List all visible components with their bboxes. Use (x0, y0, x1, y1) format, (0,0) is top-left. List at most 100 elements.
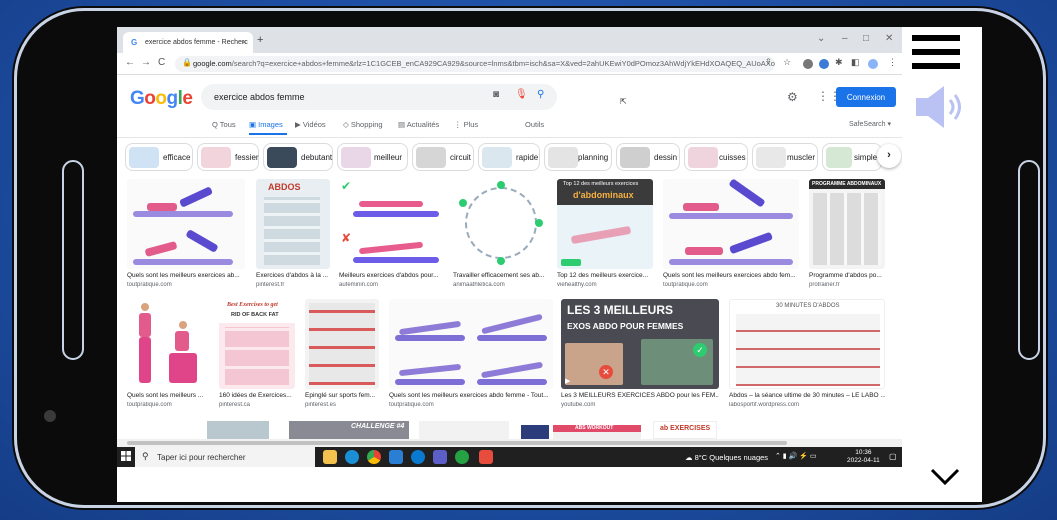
chip-thumbnail (756, 147, 786, 168)
figure (481, 313, 543, 335)
notification-icon[interactable]: ▢ (889, 452, 897, 461)
image-result[interactable]: Quels sont les meilleurs exercices abdo … (389, 299, 553, 411)
result-source: toutpratique.com (127, 282, 172, 288)
file-explorer-icon[interactable] (323, 450, 337, 464)
chip-meilleur[interactable]: meilleur (337, 143, 408, 171)
exercise-grid (813, 193, 881, 265)
google-logo[interactable]: Google (130, 88, 193, 110)
new-tab-button[interactable]: + (257, 34, 263, 46)
chevron-down-icon[interactable] (930, 467, 960, 497)
gear-icon[interactable]: ⚙ (787, 90, 798, 104)
image-result[interactable]: Top 12 des meilleurs exercices d'abdomin… (557, 179, 653, 291)
chip-dessin[interactable]: dessin (616, 143, 680, 171)
image-result[interactable]: 30 MINUTES D'ABDOS Abdos – la séance ult… (729, 299, 885, 411)
tab-all[interactable]: Q Tous (212, 120, 236, 129)
browser-tab[interactable]: G exercice abdos femme - Recherc × (123, 32, 253, 53)
edge-icon[interactable] (345, 450, 359, 464)
tab-images[interactable]: ▣ Images (249, 120, 283, 129)
image-result[interactable]: Quels sont les meilleurs ... toutpratiqu… (127, 299, 209, 411)
safesearch-dropdown[interactable]: SafeSearch ▾ (849, 120, 891, 128)
chip-fessier[interactable]: fessier (197, 143, 259, 171)
result-source: animaathletica.com (453, 282, 505, 288)
minimize-icon[interactable]: – (842, 33, 848, 44)
image-result[interactable]: Best Exercises to get RID OF BACK FAT 16… (219, 299, 295, 411)
office-icon[interactable] (479, 450, 493, 464)
check-icon: ✓ (693, 343, 707, 357)
hamburger-menu-icon[interactable] (912, 35, 960, 77)
exercise-grid (309, 303, 375, 385)
back-icon[interactable]: ← (125, 57, 135, 68)
figure (685, 247, 723, 255)
maximize-icon[interactable]: □ (863, 33, 869, 44)
forward-icon[interactable]: → (141, 57, 151, 68)
chrome-icon[interactable] (367, 450, 381, 464)
profile-avatar[interactable] (868, 59, 878, 69)
image-result[interactable] (521, 425, 549, 439)
store-icon[interactable] (389, 450, 403, 464)
tab-search-icon[interactable]: ⌄ (817, 33, 825, 44)
image-result[interactable]: LES 3 MEILLEURS EXOS ABDO POUR FEMMES ✕ … (561, 299, 719, 411)
chip-rapide[interactable]: rapide (478, 143, 540, 171)
image-result[interactable] (207, 421, 269, 439)
speaker-icon[interactable] (914, 82, 964, 132)
tab-news[interactable]: ▤ Actualités (398, 120, 439, 129)
chip-debutant[interactable]: debutant (263, 143, 333, 171)
extension-icon-2[interactable] (819, 59, 829, 69)
camera-search-icon[interactable]: ◙ (493, 89, 499, 100)
edge-dev-icon[interactable] (411, 450, 425, 464)
image-result[interactable]: ABS WORKOUT (553, 425, 641, 439)
tray-icons[interactable]: ⌃ ▮ 🔊 ⚡ ▭ (775, 452, 817, 460)
tab-more[interactable]: ⋮ Plus (454, 120, 478, 129)
tab-shopping[interactable]: ◇ Shopping (343, 120, 383, 129)
chip-muscler[interactable]: muscler (752, 143, 818, 171)
puzzle-extensions-icon[interactable]: ✱ (835, 57, 843, 68)
chip-label: muscler (787, 153, 816, 162)
result-source: labosportif.wordpress.com (729, 402, 800, 408)
microphone-icon[interactable]: 🎙 (515, 89, 528, 100)
horizontal-scrollbar[interactable] (117, 439, 902, 447)
image-result[interactable]: ABDOS Exercices d'abdos à la ... pintere… (256, 179, 330, 291)
chevron-right-icon[interactable]: › (877, 144, 901, 168)
weather-widget[interactable]: ☁ 8°C Quelques nuages (685, 453, 768, 462)
image-result[interactable]: Travailler efficacement ses ab... animaa… (453, 179, 549, 291)
windows-start-icon[interactable] (121, 451, 131, 461)
image-result[interactable]: ab EXERCISES (653, 421, 717, 439)
extension-icon-1[interactable] (803, 59, 813, 69)
sign-in-button[interactable]: Connexion (836, 87, 896, 107)
chip-efficace[interactable]: efficace (125, 143, 193, 171)
image-result[interactable]: PROGRAMME ABDOMINAUX Programme d'abdos p… (809, 179, 885, 291)
taskbar-search-input[interactable]: ⚲ Taper ici pour rechercher (135, 447, 315, 467)
sidepanel-icon[interactable]: ◧ (851, 57, 860, 68)
tools-button[interactable]: Outils (525, 120, 544, 129)
search-icon[interactable]: ⚲ (537, 89, 544, 100)
result-overlay-subtitle: Top 12 des meilleurs exercices (563, 181, 639, 187)
chip-label: debutant (301, 153, 333, 162)
chip-simple[interactable]: simple (822, 143, 882, 171)
search-input[interactable]: exercice abdos femme ◙ 🎙 ⚲ (201, 84, 557, 110)
reload-icon[interactable]: C (158, 57, 165, 68)
result-image: LES 3 MEILLEURS EXOS ABDO POUR FEMMES ✕ … (561, 299, 719, 389)
figure (358, 241, 424, 255)
teams-icon[interactable] (433, 450, 447, 464)
chrome-menu-icon[interactable]: ⋮ (888, 57, 897, 68)
chip-label: simple (854, 153, 878, 162)
chip-planning[interactable]: planning (544, 143, 612, 171)
share-icon[interactable]: ⇪ (765, 57, 772, 66)
chat-app-icon[interactable] (455, 450, 469, 464)
image-result[interactable] (419, 421, 509, 439)
image-result[interactable]: Épinglé sur sports fem... pinterest.es (305, 299, 379, 411)
chip-circuit[interactable]: circuit (412, 143, 474, 171)
tab-videos[interactable]: ▶ Vidéos (295, 120, 326, 129)
bookmark-star-icon[interactable]: ☆ (783, 57, 791, 68)
result-overlay-title: RID OF BACK FAT (231, 312, 279, 318)
taskbar-clock[interactable]: 10:36 2022-04-11 (847, 449, 880, 465)
close-window-icon[interactable]: ✕ (885, 33, 893, 44)
image-result[interactable]: ✔ ✘ Meilleurs exercices d'abdos pour... … (339, 179, 445, 291)
chip-cuisses[interactable]: cuisses (684, 143, 748, 171)
image-result[interactable]: CHALLENGE #4 (289, 421, 409, 439)
image-result[interactable]: Quels sont les meilleurs exercices ab...… (127, 179, 245, 291)
tab-close-icon[interactable]: × (242, 37, 247, 47)
url-field[interactable]: 🔒 google.com/search?q=exercice+abdos+fem… (175, 56, 775, 72)
image-result[interactable]: Quels sont les meilleurs exercices abdo … (663, 179, 799, 291)
scrollbar-thumb[interactable] (127, 441, 787, 445)
